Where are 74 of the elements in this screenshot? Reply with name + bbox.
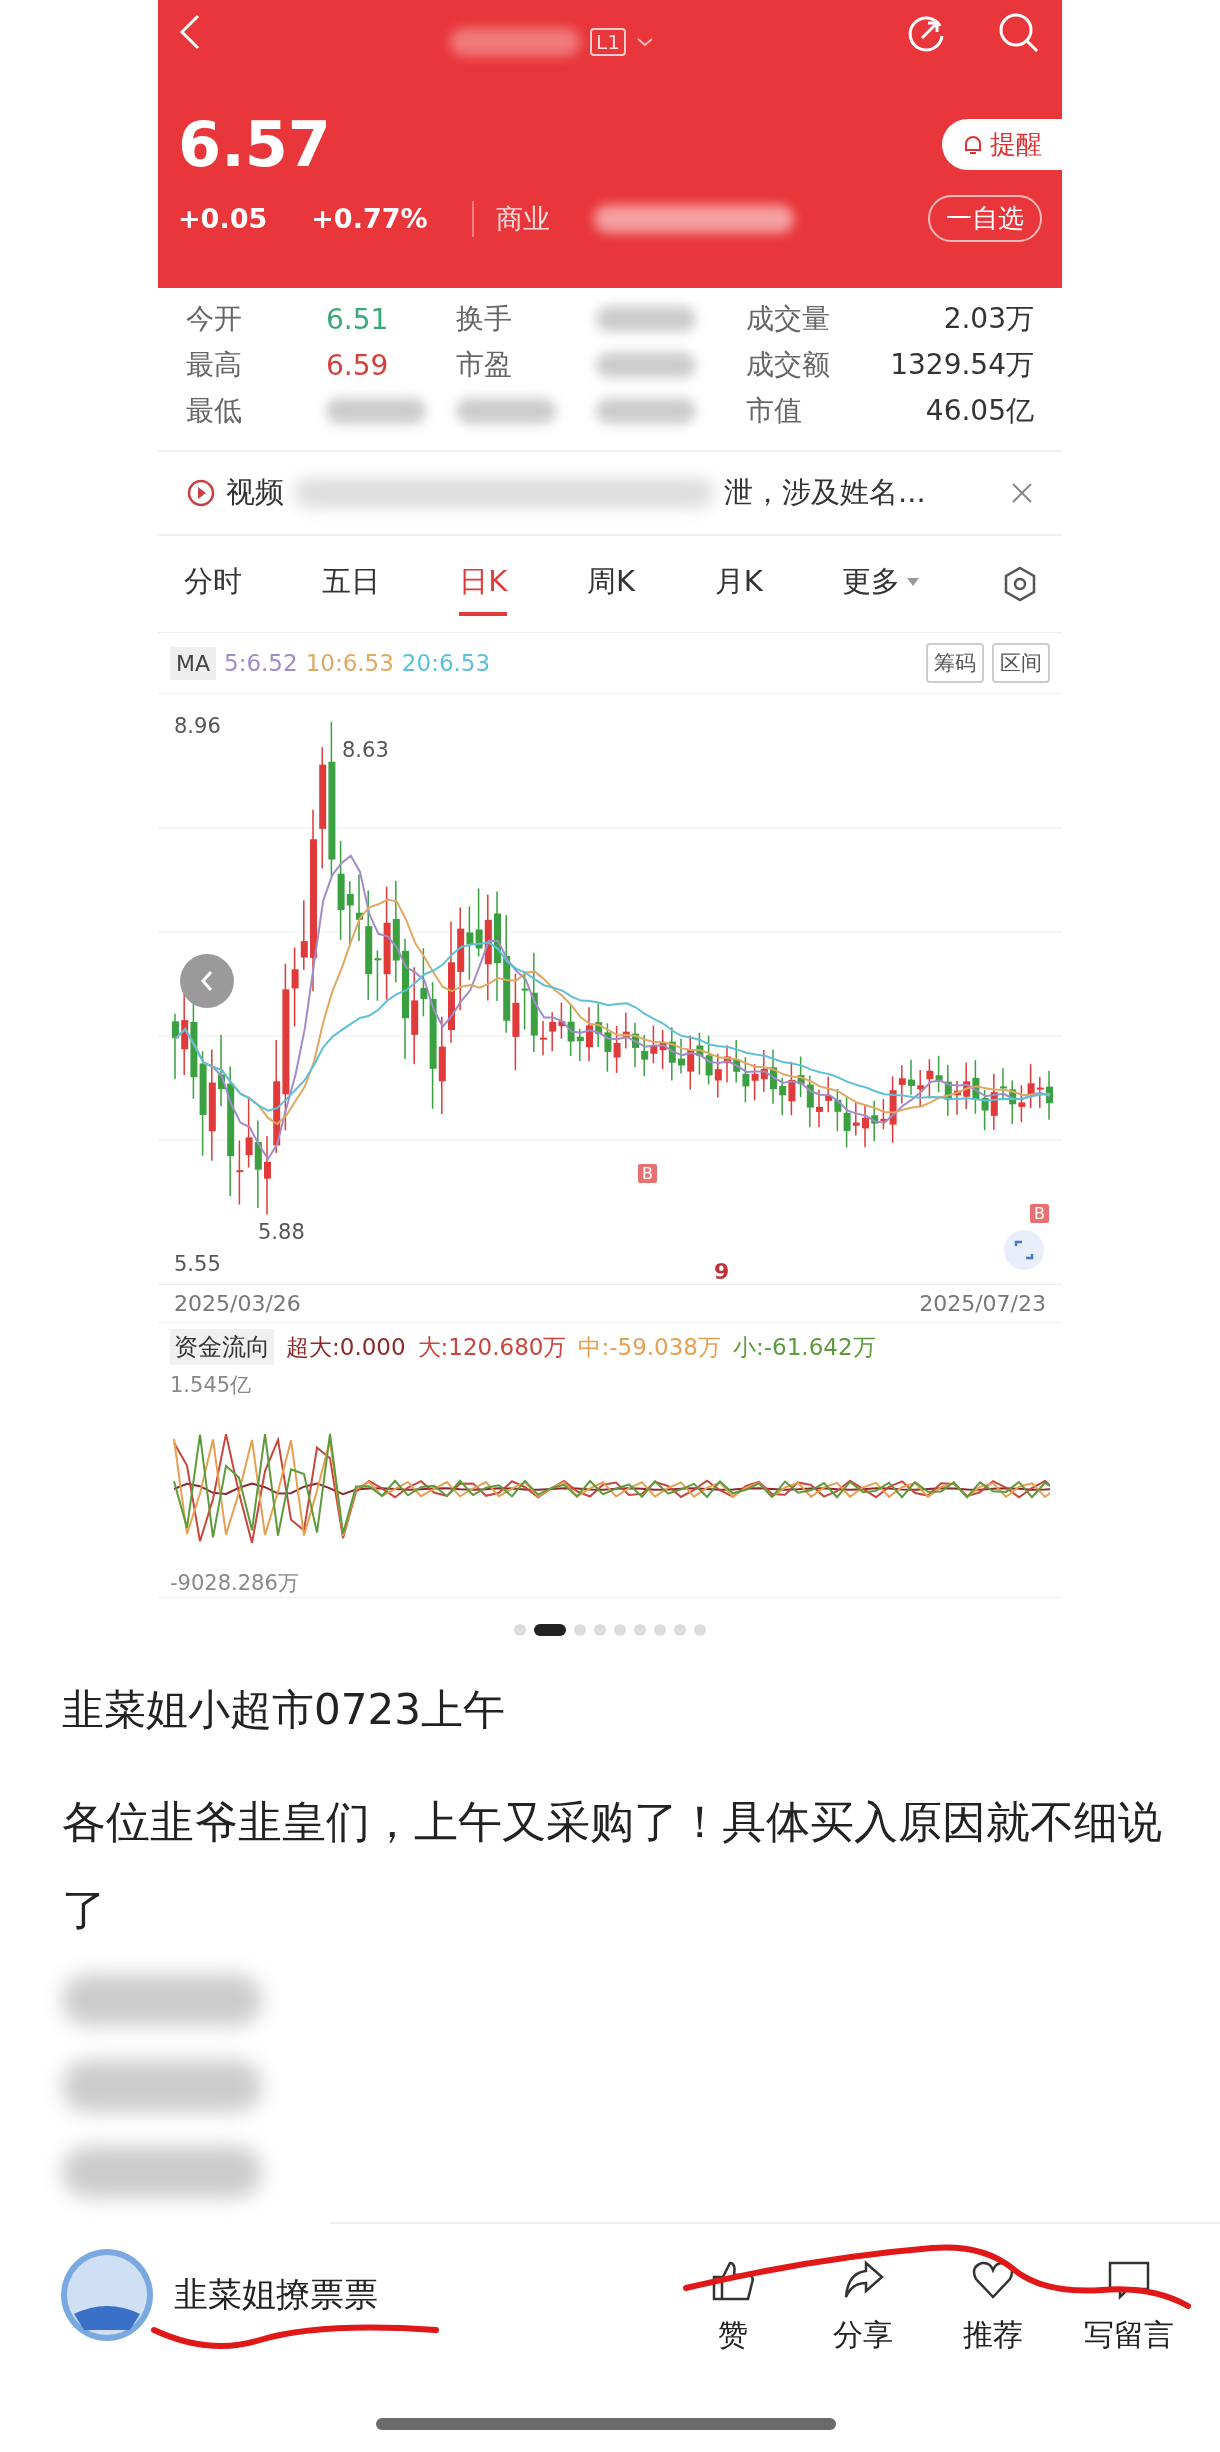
stat-value: 6.59	[326, 348, 390, 382]
close-icon[interactable]	[1010, 481, 1034, 505]
period-tab[interactable]: 更多	[842, 552, 921, 616]
price-change: +0.05	[178, 203, 268, 234]
stat-label: 最低	[186, 393, 243, 429]
period-tab[interactable]: 分时	[184, 552, 242, 616]
ma-value: 10:6.53	[305, 650, 394, 676]
indicator-dropdown[interactable]: 资金流向	[170, 1329, 274, 1365]
action-button[interactable]: 赞	[688, 2253, 778, 2357]
page-dot[interactable]	[514, 1624, 526, 1636]
stat-label: 成交量	[746, 301, 831, 337]
watchlist-button[interactable]: 一自选	[928, 195, 1042, 242]
ma-value: 5:6.52	[224, 650, 298, 676]
fullscreen-icon[interactable]	[1002, 1228, 1046, 1272]
news-text: 视频	[226, 474, 284, 511]
previous-button[interactable]	[180, 954, 234, 1008]
buy-marker: B	[1030, 1204, 1049, 1223]
chevron-left-icon	[199, 969, 215, 993]
stock-price: 6.57	[178, 108, 331, 181]
low-label: 5.88	[258, 1220, 305, 1244]
page-dot[interactable]	[674, 1624, 686, 1636]
stat-label: 今开	[186, 301, 243, 337]
avatar[interactable]	[60, 2248, 154, 2342]
chart-marker: 9	[714, 1259, 730, 1284]
caret-icon	[906, 577, 921, 587]
page-dot[interactable]	[574, 1624, 586, 1636]
period-tab[interactable]: 月K	[714, 552, 763, 616]
stat-value: 6.51	[326, 302, 390, 336]
stat-label: 换手	[456, 301, 513, 337]
author-name[interactable]: 韭菜姐撩票票	[174, 2272, 378, 2318]
stat-value: 2.03万	[942, 301, 1034, 337]
flow-value: 小:-61.642万	[733, 1332, 876, 1362]
page-dot[interactable]	[594, 1624, 606, 1636]
page-dot[interactable]	[614, 1624, 626, 1636]
board-tag: L1	[590, 28, 626, 56]
page-dot[interactable]	[634, 1624, 646, 1636]
chart-option-button[interactable]: 区间	[992, 643, 1050, 683]
action-button[interactable]: 分享	[818, 2253, 908, 2357]
stat-label: 成交额	[746, 347, 831, 383]
buy-marker: B	[638, 1164, 657, 1183]
period-tab[interactable]: 周K	[586, 552, 635, 616]
post-text: 各位韭爷韭皇们，上午又采购了！具体买入原因就不细说了	[62, 1795, 1162, 1937]
flow-value: 中:-59.038万	[578, 1332, 721, 1362]
play-icon	[186, 478, 216, 508]
stat-label: 市盈	[456, 347, 513, 383]
period-tab[interactable]: 五日	[321, 552, 380, 616]
date-label: 2025/07/23	[919, 1291, 1046, 1316]
chart-option-button[interactable]: 筹码	[926, 643, 984, 683]
flow-value: 大:120.680万	[417, 1332, 567, 1362]
stat-label: 最高	[186, 347, 243, 383]
page-dot[interactable]	[654, 1624, 666, 1636]
news-text: 泄，涉及姓名...	[724, 474, 926, 511]
stat-value: 46.05亿	[924, 393, 1034, 429]
flow-value: 超大:0.000	[286, 1332, 406, 1362]
post-title: 韭菜姐小超市0723上午	[62, 1684, 506, 1736]
back-icon[interactable]	[178, 12, 202, 52]
alert-button[interactable]: 提醒	[942, 119, 1062, 170]
axis-label: -9028.286万	[170, 1570, 300, 1597]
action-button[interactable]: 写留言	[1078, 2253, 1180, 2357]
stat-label: 市值	[746, 393, 803, 429]
page-dot[interactable]	[694, 1624, 706, 1636]
news-banner[interactable]: 视频 泄，涉及姓名...	[158, 450, 1062, 536]
indicator-dropdown[interactable]: MA	[170, 646, 217, 680]
axis-label: 1.545亿	[170, 1372, 253, 1399]
stat-value: 1329.54万	[889, 347, 1034, 383]
chevron-down-icon[interactable]	[635, 37, 654, 47]
ma-value: 20:6.53	[401, 650, 491, 676]
action-button[interactable]: 推荐	[948, 2253, 1038, 2357]
date-label: 2025/03/26	[174, 1291, 301, 1316]
period-tab[interactable]: 日K	[459, 552, 508, 616]
axis-label: 5.55	[174, 1252, 221, 1276]
bell-icon	[962, 133, 984, 156]
percent-change: +0.77%	[311, 203, 428, 234]
axis-label: 8.96	[174, 714, 221, 738]
